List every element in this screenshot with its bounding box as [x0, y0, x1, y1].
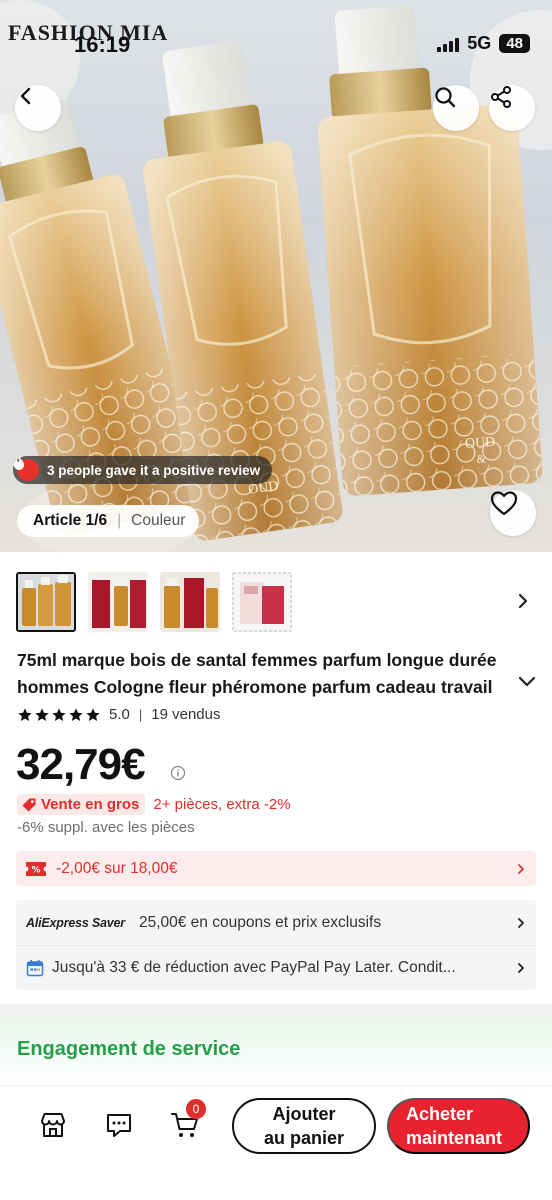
product-image-carousel[interactable]: OUD OUD & FASHION MIA 16:19 5G 48 3 peop…: [0, 0, 552, 552]
info-icon[interactable]: [170, 765, 186, 781]
chevron-down-icon[interactable]: [516, 674, 538, 690]
chevron-right-icon: [518, 863, 524, 874]
status-indicators: 5G 48: [437, 33, 530, 54]
saver-row[interactable]: AliExpress Saver 25,00€ en coupons et pr…: [16, 900, 536, 945]
extra-discount-text: -6% suppl. avec les pièces: [17, 819, 195, 836]
svg-text:%: %: [31, 865, 40, 875]
cart-count-badge: 0: [186, 1099, 206, 1119]
buy-now-line1: Acheter: [406, 1104, 474, 1124]
bulk-badge-label: Vente en gros: [41, 796, 140, 813]
saver-section: AliExpress Saver 25,00€ en coupons et pr…: [16, 900, 536, 990]
bulk-offer-text: 2+ pièces, extra -2%: [153, 796, 291, 813]
buy-now-button[interactable]: Acheter maintenant: [387, 1098, 530, 1154]
svg-text:OUD: OUD: [464, 435, 495, 452]
tag-icon: [22, 798, 36, 811]
add-to-cart-line2: au panier: [263, 1128, 345, 1148]
chat-icon[interactable]: [104, 1110, 134, 1140]
star-icon: [18, 707, 32, 721]
star-icon: [52, 707, 66, 721]
rating-stars: [17, 707, 101, 723]
fire-icon: [14, 456, 39, 481]
thumbnail-1[interactable]: [16, 572, 76, 632]
service-title[interactable]: Engagement de service: [17, 1038, 240, 1061]
add-to-cart-button[interactable]: Ajouter au panier: [232, 1098, 376, 1154]
chevron-right-icon: [518, 917, 524, 928]
paypal-row[interactable]: Jusqu'à 33 € de réduction avec PayPal Pa…: [16, 945, 536, 990]
network-label: 5G: [467, 33, 492, 53]
share-button[interactable]: [489, 85, 535, 131]
review-banner: 3 people gave it a positive review: [13, 456, 273, 484]
search-button[interactable]: [433, 85, 479, 131]
review-banner-text: 3 people gave it a positive review: [47, 462, 261, 478]
article-counter: Article 1/6: [33, 512, 108, 529]
sold-count: 19 vendus: [151, 706, 221, 723]
svg-text:&: &: [476, 451, 487, 466]
signal-icon: [437, 36, 460, 52]
coupon-text: -2,00€ sur 18,00€: [56, 859, 178, 877]
section-divider: [0, 1004, 552, 1016]
store-icon[interactable]: [38, 1110, 68, 1140]
paypal-text: Jusqu'à 33 € de réduction avec PayPal Pa…: [52, 959, 456, 976]
product-price: 32,79€: [16, 740, 146, 789]
wishlist-button[interactable]: [490, 490, 536, 536]
bulk-badge: Vente en gros: [17, 794, 146, 815]
coupon-banner[interactable]: % -2,00€ sur 18,00€: [16, 851, 536, 886]
bulk-offer-row[interactable]: Vente en gros 2+ pièces, extra -2%: [17, 794, 291, 815]
rating-value: 5.0: [109, 706, 130, 723]
star-icon: [86, 707, 100, 721]
variant-label[interactable]: Couleur: [131, 512, 185, 530]
chevron-right-icon: [518, 963, 524, 973]
buy-now-line2: maintenant: [406, 1128, 503, 1148]
back-arrow-icon: [20, 87, 31, 105]
heart-icon: [490, 491, 518, 516]
saver-text: 25,00€ en coupons et prix exclusifs: [138, 913, 382, 931]
back-button[interactable]: [15, 85, 61, 131]
star-icon: [69, 707, 83, 721]
status-time: 16:19: [74, 32, 131, 57]
star-icon: [35, 707, 49, 721]
share-icon: [491, 86, 511, 108]
coupon-icon: %: [26, 861, 46, 876]
saver-logo: AliExpress Saver: [26, 915, 125, 930]
rating-row[interactable]: 5.0 | 19 vendus: [17, 706, 220, 723]
search-icon: [435, 87, 456, 108]
thumbnail-2[interactable]: [88, 572, 148, 632]
thumbnail-3[interactable]: [160, 572, 220, 632]
thumbnail-4[interactable]: [232, 572, 292, 632]
calendar-icon: [26, 960, 44, 977]
battery-indicator: 48: [499, 34, 530, 53]
chevron-right-icon[interactable]: [516, 591, 530, 611]
add-to-cart-line1: Ajouter: [272, 1104, 336, 1124]
image-counter-pill[interactable]: Article 1/6 | Couleur: [17, 505, 200, 537]
thumbnail-strip: [16, 571, 536, 633]
product-title: 75ml marque bois de santal femmes parfum…: [17, 650, 497, 697]
